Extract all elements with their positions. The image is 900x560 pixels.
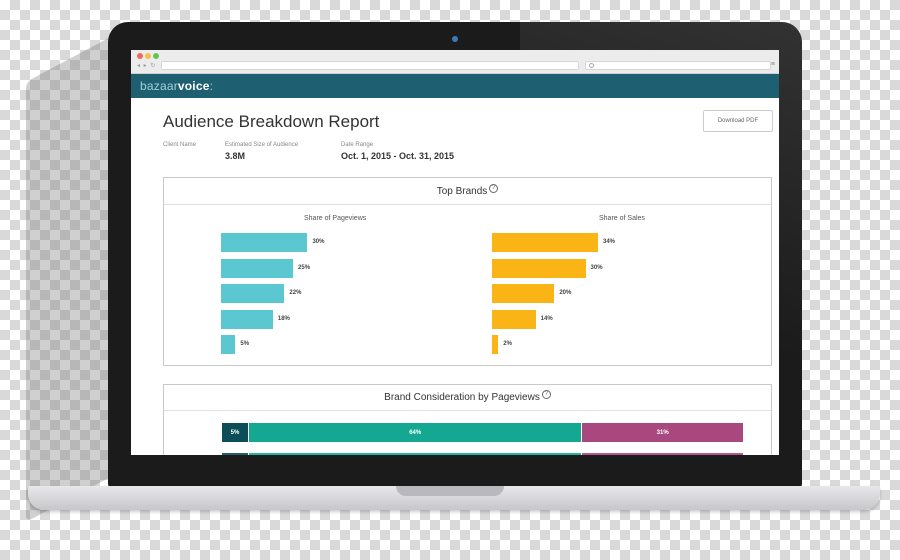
consideration-segment: 64% (248, 423, 582, 442)
audience-size-label: Estimated Size of Audience (225, 142, 299, 148)
pageviews-bar (221, 233, 308, 252)
pageviews-bar (221, 284, 285, 303)
pageviews-chart-title: Share of Pageviews (304, 215, 367, 222)
top-brands-title: Top Brands (436, 185, 488, 197)
sales-bar-label: 2% (503, 341, 512, 347)
sales-bar (492, 335, 499, 354)
browser-nav-icons[interactable]: ◂ ▸ ↻ (137, 62, 156, 69)
download-pdf-button[interactable]: Download PDF (703, 110, 773, 132)
browser-menu-icon[interactable]: ≡ (771, 61, 775, 68)
laptop-base-notch (396, 486, 504, 496)
date-range-label: Date Range (341, 142, 374, 148)
browser-chrome: ◂ ▸ ↻ ≡ (131, 50, 779, 74)
pageviews-bar-label: 30% (312, 239, 325, 245)
close-window-button[interactable] (137, 53, 143, 59)
sales-chart-title: Share of Sales (599, 215, 645, 222)
pageviews-bar-label: 22% (289, 290, 302, 296)
browser-search-field[interactable] (585, 61, 771, 70)
pageviews-bar (221, 335, 236, 354)
help-icon[interactable]: ? (489, 183, 499, 193)
sales-bar (492, 309, 536, 329)
consideration-stacked-bar: 5% 64% 31% (222, 423, 743, 442)
pageviews-bar (221, 258, 294, 278)
laptop-screen: ◂ ▸ ↻ ≡ bazaarvoice: Audience Breakdown … (131, 50, 779, 455)
client-name-label: Client Name (163, 142, 197, 148)
page-title: Audience Breakdown Report (163, 112, 380, 131)
search-icon (589, 63, 594, 68)
minimize-window-button[interactable] (145, 53, 151, 59)
consideration-segment: 5% (222, 423, 248, 442)
consideration-segment (581, 453, 743, 455)
date-range-value: Oct. 1, 2015 - Oct. 31, 2015 (341, 151, 455, 161)
consideration-stacked-bar-next (222, 453, 743, 455)
top-brands-header: Top Brands ? (164, 178, 771, 205)
pageviews-bar-label: 25% (298, 264, 311, 271)
sales-bar-label: 30% (590, 264, 603, 271)
consideration-segment: 31% (581, 423, 743, 442)
help-icon[interactable]: ? (541, 390, 551, 399)
sales-bar (492, 284, 555, 303)
sales-bar (492, 233, 598, 252)
sales-bar-label: 34% (603, 239, 616, 245)
laptop-shadow (26, 34, 116, 522)
brand-consideration-panel: Brand Consideration by Pageviews ? 5% 64%… (163, 384, 772, 455)
pageviews-bar-label: 18% (277, 315, 290, 322)
bazaarvoice-logo[interactable]: bazaarvoice: (140, 79, 213, 93)
sales-bar-label: 20% (559, 290, 572, 296)
consideration-segment (222, 453, 248, 455)
brand-consideration-title: Brand Consideration by Pageviews (384, 392, 540, 403)
sales-bar (492, 258, 586, 278)
top-brands-panel: Top Brands ? Share of Pageviews Share of… (163, 177, 772, 366)
address-bar[interactable] (161, 61, 579, 70)
audience-size-value: 3.8M (225, 151, 246, 161)
consideration-segment (248, 453, 582, 455)
brand-consideration-header: Brand Consideration by Pageviews ? (164, 385, 771, 411)
pageviews-bar (221, 309, 273, 329)
pageviews-bar-label: 5% (240, 341, 250, 347)
sales-bar-label: 14% (540, 315, 553, 322)
maximize-window-button[interactable] (153, 53, 159, 59)
camera-icon (452, 36, 458, 42)
app-header: bazaarvoice: (131, 74, 779, 98)
